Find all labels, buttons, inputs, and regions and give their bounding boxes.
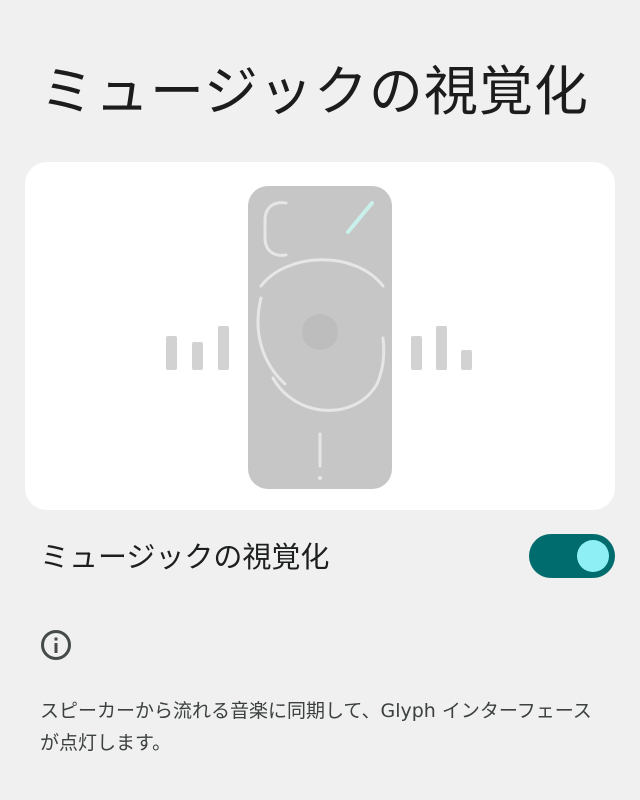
right-sound-bars	[411, 326, 472, 370]
description-text: スピーカーから流れる音楽に同期して、Glyph インターフェースが点灯します。	[40, 700, 592, 754]
left-sound-bars	[166, 326, 229, 370]
page-title: ミュージックの視覚化	[40, 60, 589, 123]
music-visualization-setting-row[interactable]: ミュージックの視覚化	[0, 520, 640, 594]
music-visualization-toggle[interactable]	[529, 534, 615, 578]
bottom-dot	[318, 476, 322, 480]
setting-label: ミュージックの視覚化	[40, 540, 330, 574]
center-dot	[302, 314, 338, 350]
preview-card	[25, 162, 615, 510]
toggle-thumb	[577, 540, 609, 572]
info-icon	[41, 630, 71, 660]
phone-glyph-illustration	[166, 186, 472, 489]
